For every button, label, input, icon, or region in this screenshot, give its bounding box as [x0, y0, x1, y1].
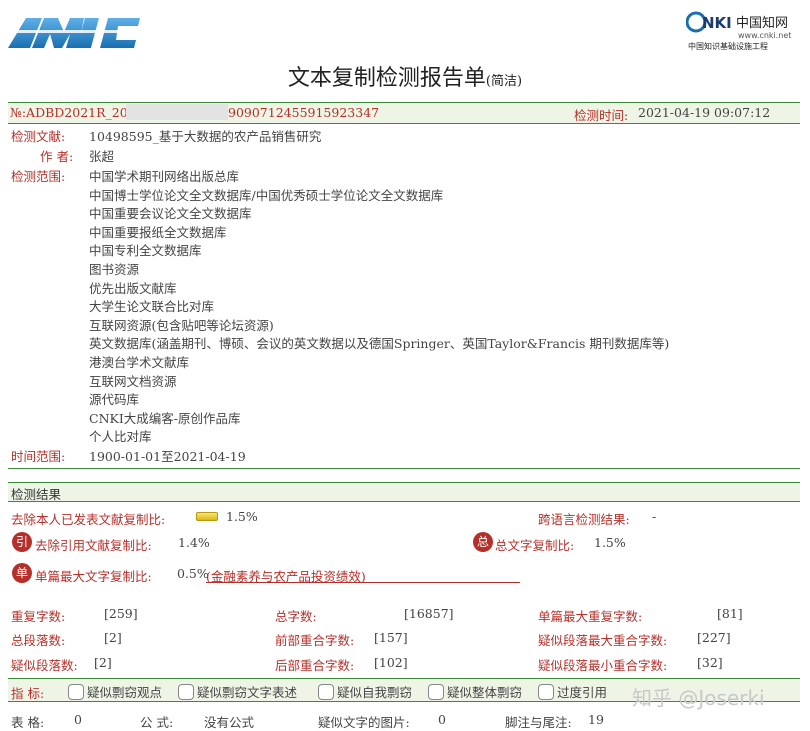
indicator-label: 过度引用 — [557, 685, 608, 700]
detect-time-value: 2021-04-19 09:07:12 — [638, 105, 771, 120]
scope-item: 图书资源 — [89, 262, 140, 277]
doc-label: 检测文献: — [11, 129, 66, 144]
zhihu-watermark: 知乎 @Joserki — [632, 686, 765, 710]
scope-item: CNKI大成编客-原创作品库 — [89, 410, 241, 426]
scope-item: 中国重要会议论文全文数据库 — [89, 206, 252, 222]
single-value: 0.5% — [177, 566, 209, 581]
susp-para-max-value: [227] — [697, 630, 731, 645]
table-label: 表 格: — [11, 715, 45, 730]
checkbox-icon[interactable] — [68, 684, 84, 700]
scope-item: 优先出版文献库 — [89, 280, 177, 296]
total-icon: 总 — [473, 532, 493, 552]
susp-para-min-label: 疑似段落最小重合字数: — [538, 658, 668, 673]
time-range-label: 时间范围: — [11, 449, 66, 464]
scope-item: 源代码库 — [89, 392, 140, 408]
divider — [8, 468, 800, 469]
time-range-value: 1900-01-01至2021-04-19 — [89, 449, 246, 464]
scope-item: 互联网资源(包含贴吧等论坛资源) — [89, 317, 274, 333]
front-overlap-label: 前部重合字数: — [275, 633, 355, 648]
redacted-block — [126, 104, 228, 120]
report-number-prefix: №:ADBD2021R_20 — [10, 105, 128, 120]
notes-label: 脚注与尾注: — [505, 715, 572, 730]
table-value: 0 — [74, 712, 82, 727]
total-chars-label: 总字数: — [275, 609, 317, 624]
formula-value: 没有公式 — [204, 715, 255, 730]
single-icon: 单 — [12, 563, 32, 583]
underline — [206, 582, 520, 583]
total-chars-value: [16857] — [404, 606, 454, 621]
cite-removed-value: 1.4% — [178, 535, 210, 550]
checkbox-icon[interactable] — [538, 684, 554, 700]
susp-para-max-label: 疑似段落最大重合字数: — [538, 633, 668, 648]
indicator-label: 疑似剽窃观点 — [87, 685, 163, 700]
cross-lang-value: - — [652, 509, 657, 524]
scope-item: 个人比对库 — [89, 429, 152, 445]
indicators-label: 指 标: — [11, 686, 45, 701]
indicator-label: 疑似自我剽窃 — [337, 685, 413, 700]
scope-item: 港澳台学术文献库 — [89, 355, 190, 370]
total-para-label: 总段落数: — [11, 633, 66, 648]
detect-time-label: 检测时间: — [574, 108, 629, 123]
indicator-checkbox[interactable]: 疑似剽窃观点 — [68, 682, 162, 701]
images-label: 疑似文字的图片: — [318, 715, 410, 730]
susp-para-value: [2] — [94, 655, 112, 670]
notes-value: 19 — [588, 712, 604, 727]
author-value: 张超 — [89, 149, 115, 164]
cite-icon: 引 — [12, 532, 32, 552]
report-number-suffix: 9090712455915923347 — [228, 105, 380, 120]
checkbox-icon[interactable] — [318, 684, 334, 700]
single-max-dup-label: 单篇最大重复字数: — [538, 609, 643, 624]
doc-value: 10498595_基于大数据的农产品销售研究 — [89, 129, 322, 144]
scope-item: 中国学术期刊网络出版总库 — [89, 169, 240, 184]
indicator-checkbox[interactable]: 疑似剽窃文字表述 — [178, 682, 297, 701]
total-para-value: [2] — [104, 630, 122, 645]
self-removed-value: 1.5% — [226, 509, 258, 524]
ratio-bar — [196, 512, 218, 521]
susp-para-min-value: [32] — [697, 655, 723, 670]
indicator-label: 疑似剽窃文字表述 — [197, 685, 298, 700]
svg-text:中国知识基础设施工程: 中国知识基础设施工程 — [688, 41, 768, 51]
cnki-logo: NKI 中国知网 www.cnki.net 中国知识基础设施工程 — [685, 8, 804, 52]
amlc-logo — [8, 14, 140, 50]
indicator-checkbox[interactable]: 疑似整体剽窃 — [428, 682, 522, 701]
svg-text:中国知网: 中国知网 — [736, 15, 788, 31]
scope-item: 中国专利全文数据库 — [89, 243, 202, 259]
svg-text:www.cnki.net: www.cnki.net — [738, 31, 791, 40]
back-overlap-value: [102] — [374, 655, 408, 670]
back-overlap-label: 后部重合字数: — [275, 658, 355, 673]
results-header-bar — [8, 482, 800, 502]
results-section-title: 检测结果 — [11, 487, 62, 502]
total-value: 1.5% — [594, 535, 626, 550]
cite-removed-label: 去除引用文献复制比: — [35, 538, 152, 553]
indicator-checkbox[interactable]: 过度引用 — [538, 682, 607, 701]
scope-item: 中国博士学位论文全文数据库/中国优秀硕士学位论文全文数据库 — [89, 187, 444, 203]
dup-chars-label: 重复字数: — [11, 609, 66, 624]
cross-lang-label: 跨语言检测结果: — [538, 512, 630, 527]
indicator-label: 疑似整体剽窃 — [447, 685, 523, 700]
scope-item: 英文数据库(涵盖期刊、博硕、会议的英文数据以及德国Springer、英国Tayl… — [89, 336, 670, 352]
formula-label: 公 式: — [140, 715, 174, 730]
susp-para-label: 疑似段落数: — [11, 658, 78, 673]
scope-item: 大学生论文联合比对库 — [89, 299, 215, 315]
self-removed-label: 去除本人已发表文献复制比: — [11, 512, 166, 527]
scope-label: 检测范围: — [11, 169, 66, 184]
scope-item: 中国重要报纸全文数据库 — [89, 224, 227, 240]
scope-item: 互联网文档资源 — [89, 373, 177, 389]
front-overlap-value: [157] — [374, 630, 408, 645]
images-value: 0 — [438, 712, 446, 727]
author-label: 作 者: — [40, 149, 74, 164]
indicator-checkbox[interactable]: 疑似自我剽窃 — [318, 682, 412, 701]
single-max-dup-value: [81] — [717, 606, 743, 621]
dup-chars-value: [259] — [104, 606, 138, 621]
single-label: 单篇最大文字复制比: — [35, 569, 152, 584]
checkbox-icon[interactable] — [178, 684, 194, 700]
total-label: 总文字复制比: — [495, 538, 575, 553]
checkbox-icon[interactable] — [428, 684, 444, 700]
svg-text:NKI: NKI — [702, 14, 732, 32]
report-title: 文本复制检测报告单(简洁) — [287, 66, 523, 91]
